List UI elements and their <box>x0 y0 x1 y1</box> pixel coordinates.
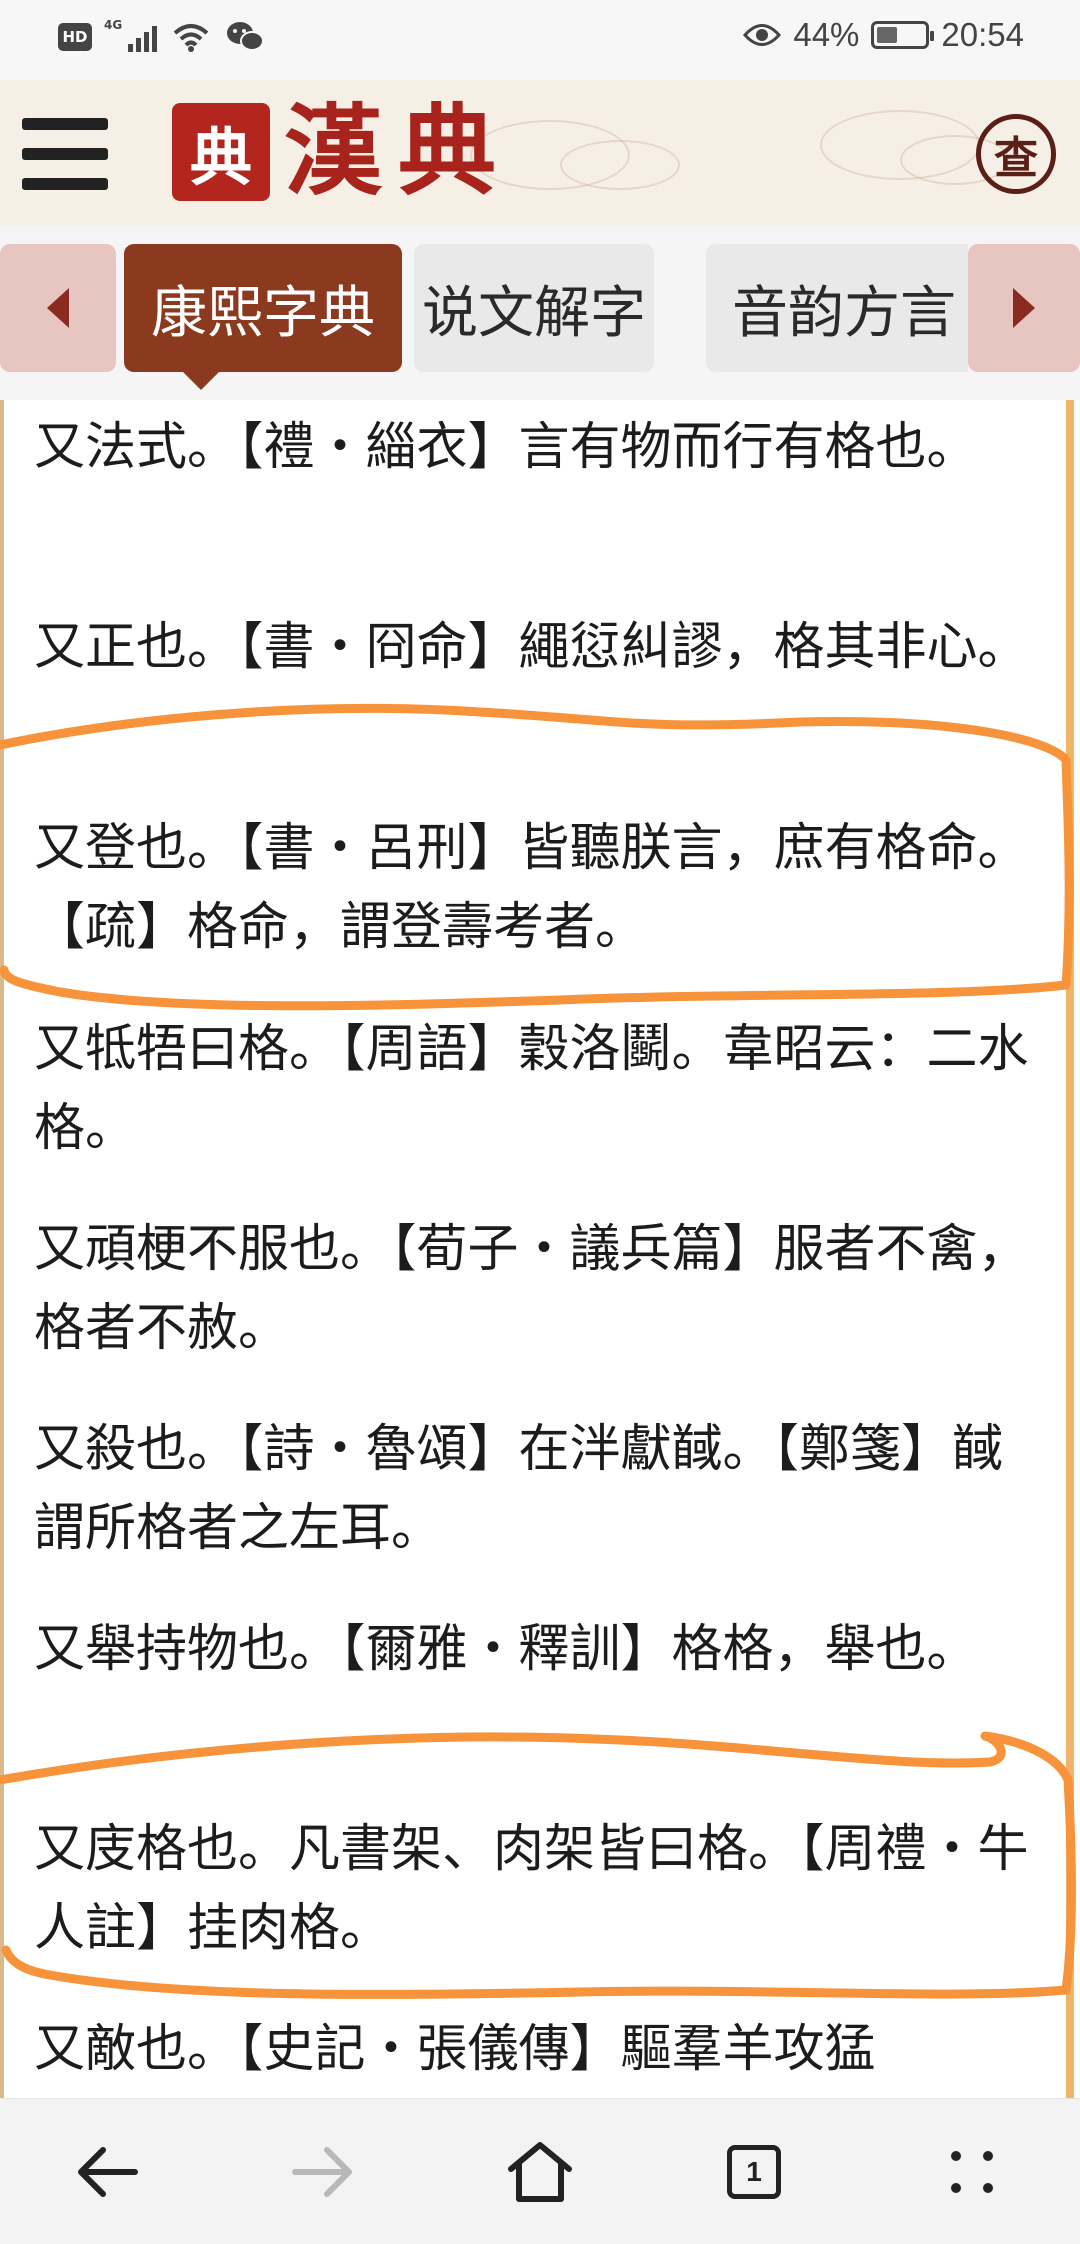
battery-fill <box>877 27 898 43</box>
dictionary-entry-content[interactable]: 又法式。【禮・緇衣】言有物而行有格也。 又正也。【書・冏命】繩愆糾謬，格其非心。… <box>0 400 1080 2098</box>
app-logo[interactable]: 典 漢典 <box>172 100 512 204</box>
entry-paragraph: 又法式。【禮・緇衣】言有物而行有格也。 <box>34 418 978 477</box>
entry-paragraph: 又殺也。【詩・魯頌】在泮獻馘。【鄭箋】馘謂所格者之左耳。 <box>34 1420 1004 1558</box>
more-button[interactable] <box>922 2129 1022 2215</box>
battery-icon <box>871 21 935 49</box>
left-rail <box>0 400 4 2098</box>
entry-paragraph: 又牴牾曰格。【周語】穀洛鬬。韋昭云：二水格。 <box>34 1020 1029 1158</box>
status-left-icons: HD 4G <box>58 18 265 54</box>
chevron-right-icon <box>1013 288 1035 328</box>
scrollbar[interactable] <box>1066 400 1074 2098</box>
tab-shuowen-jiezi[interactable]: 说文解字 <box>414 244 654 372</box>
status-right-icons: 44% 20:54 <box>743 16 1024 54</box>
tabs-button[interactable]: 1 <box>704 2129 804 2215</box>
app-header: 典 漢典 查 <box>0 80 1080 226</box>
entry-paragraph: 又頑梗不服也。【荀子・議兵篇】服者不禽，格者不赦。 <box>34 1220 1029 1358</box>
entry-paragraph: 又舉持物也。【爾雅・釋訓】格格，舉也。 <box>34 1620 978 1679</box>
tab-scroll-right-button[interactable] <box>968 244 1080 372</box>
app-title: 漢典 <box>284 94 513 209</box>
chevron-left-icon <box>47 288 69 328</box>
entry-paragraph: 又庋格也。凡書架、肉架皆曰格。【周禮・牛人註】挂肉格。 <box>34 1820 1029 1958</box>
status-time: 20:54 <box>941 16 1024 53</box>
tab-kangxi-dictionary[interactable]: 康熙字典 <box>124 244 402 372</box>
wechat-icon <box>227 22 264 51</box>
home-button[interactable] <box>490 2129 590 2215</box>
eye-icon <box>743 24 782 46</box>
wifi-icon <box>173 24 209 52</box>
menu-icon[interactable] <box>22 118 108 190</box>
entry-paragraph: 又正也。【書・冏命】繩愆糾謬，格其非心。 <box>34 618 1029 677</box>
back-arrow-icon <box>78 2147 138 2197</box>
status-bar: HD 4G 44% 20:54 <box>0 0 1080 80</box>
hd-icon: HD <box>58 23 92 51</box>
active-tab-pointer <box>183 372 219 390</box>
logo-seal-icon: 典 <box>172 103 270 201</box>
tab-scroll-left-button[interactable] <box>0 244 116 372</box>
back-button[interactable] <box>58 2129 158 2215</box>
forward-arrow-icon <box>292 2147 352 2197</box>
entry-paragraph: 又敵也。【史記・張儀傳】驅羣羊攻猛 <box>34 2020 876 2079</box>
search-icon[interactable]: 查 <box>976 114 1056 194</box>
entry-paragraph: 又登也。【書・呂刑】皆聽朕言，庶有格命。【疏】格命，謂登壽考者。 <box>34 819 1029 957</box>
home-icon <box>508 2142 572 2202</box>
battery-percent: 44% <box>793 16 860 53</box>
dictionary-tab-bar: 康熙字典 说文解字 音韵方言 <box>0 226 1080 400</box>
signal-icon: 4G <box>104 18 157 52</box>
browser-bottom-nav: 1 <box>0 2098 1080 2244</box>
network-type-label: 4G <box>104 18 123 32</box>
tab-phonology-dialects[interactable]: 音韵方言 <box>706 244 968 372</box>
forward-button[interactable] <box>272 2129 372 2215</box>
more-icon <box>951 2151 993 2193</box>
tabs-icon: 1 <box>727 2145 781 2199</box>
